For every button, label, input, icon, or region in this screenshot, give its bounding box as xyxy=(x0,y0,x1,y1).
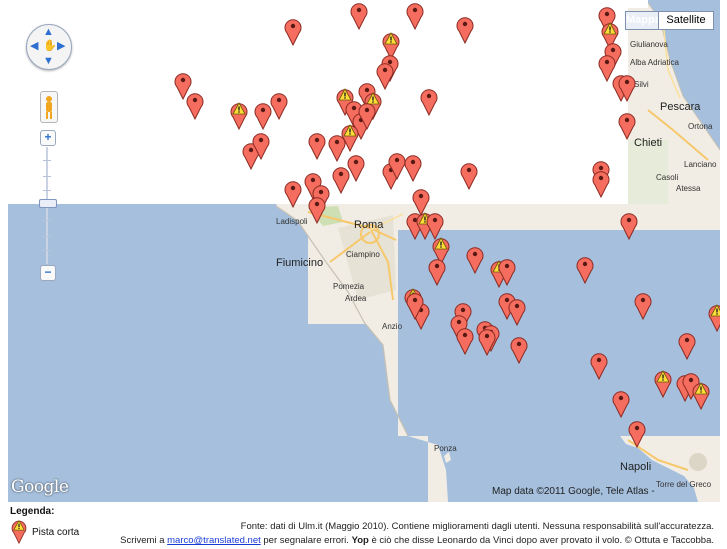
zoom-tick xyxy=(43,190,51,191)
location-marker-icon[interactable] xyxy=(350,0,368,30)
location-marker-icon[interactable] xyxy=(332,164,350,194)
place-label: Pescara xyxy=(660,101,701,113)
place-label: Ardea xyxy=(345,294,367,303)
pan-left-icon[interactable]: ◀ xyxy=(30,41,38,52)
map-type-satellite-button[interactable]: Satellite xyxy=(658,11,714,30)
location-marker-icon[interactable] xyxy=(284,178,302,208)
footer-contact-prefix: Scrivemi a xyxy=(120,535,165,546)
place-label: Chieti xyxy=(634,137,663,149)
warning-marker-icon[interactable] xyxy=(708,302,720,332)
email-link[interactable]: marco@translated.net xyxy=(167,535,261,546)
location-marker-icon[interactable] xyxy=(576,254,594,284)
legend-title: Legenda: xyxy=(10,506,55,517)
warning-marker-icon[interactable] xyxy=(692,380,710,410)
location-marker-icon[interactable] xyxy=(308,194,326,224)
zoom-slider-thumb[interactable] xyxy=(39,199,57,208)
place-label: Pomezia xyxy=(333,282,365,291)
pan-control[interactable]: ▲ ▼ ◀ ▶ ✋ xyxy=(26,24,72,70)
location-marker-icon[interactable] xyxy=(186,90,204,120)
pan-right-icon[interactable]: ▶ xyxy=(57,41,65,52)
warning-marker-icon[interactable] xyxy=(230,100,248,130)
location-marker-icon[interactable] xyxy=(618,72,636,102)
location-marker-icon[interactable] xyxy=(508,296,526,326)
legend-item-label: Pista corta xyxy=(32,527,80,538)
location-marker-icon[interactable] xyxy=(620,210,638,240)
footer-contact-suffix: per segnalare errori. xyxy=(263,535,349,546)
zoom-tick xyxy=(43,160,51,161)
zoom-out-button[interactable]: − xyxy=(40,265,56,281)
map-canvas[interactable]: Roma Ciampino Ladispoli Fiumicino Pomezi… xyxy=(8,0,720,502)
place-label: Torre del Greco xyxy=(656,480,712,489)
location-marker-icon[interactable] xyxy=(460,160,478,190)
yop-text: è ciò che disse Leonardo da Vinci dopo a… xyxy=(371,535,714,546)
place-label: Ponza xyxy=(434,444,457,453)
location-marker-icon[interactable] xyxy=(678,330,696,360)
place-label: Fiumicino xyxy=(276,257,324,269)
location-marker-icon[interactable] xyxy=(618,110,636,140)
location-marker-icon[interactable] xyxy=(456,14,474,44)
zoom-tick xyxy=(43,250,51,251)
location-marker-icon[interactable] xyxy=(412,186,430,216)
map-type-map-button[interactable]: Mappa xyxy=(625,11,661,30)
street-view-pegman-icon[interactable] xyxy=(40,91,58,123)
place-label: Lanciano xyxy=(684,160,717,169)
location-marker-icon[interactable] xyxy=(510,334,528,364)
place-label: Alba Adriatica xyxy=(630,58,679,67)
zoom-tick xyxy=(43,236,51,237)
location-marker-icon[interactable] xyxy=(358,100,376,130)
location-marker-icon[interactable] xyxy=(428,256,446,286)
warning-marker-icon xyxy=(10,518,28,545)
pan-up-icon[interactable]: ▲ xyxy=(43,27,54,38)
place-label: Silvi xyxy=(634,80,649,89)
footer-contact: Scrivemi a marco@translated.net per segn… xyxy=(120,535,714,546)
location-marker-icon[interactable] xyxy=(404,152,422,182)
google-logo[interactable]: Google xyxy=(11,477,69,497)
location-marker-icon[interactable] xyxy=(252,130,270,160)
location-marker-icon[interactable] xyxy=(406,0,424,30)
location-marker-icon[interactable] xyxy=(592,168,610,198)
warning-marker-icon[interactable] xyxy=(341,122,359,152)
zoom-tick xyxy=(43,176,51,177)
location-marker-icon[interactable] xyxy=(284,16,302,46)
place-label: Giulianova xyxy=(630,40,668,49)
location-marker-icon[interactable] xyxy=(612,388,630,418)
place-label: Atessa xyxy=(676,184,701,193)
location-marker-icon[interactable] xyxy=(456,325,474,355)
place-label: Roma xyxy=(354,219,384,231)
place-label: Ladispoli xyxy=(276,217,308,226)
yop-label: Yop xyxy=(351,535,369,546)
zoom-in-button[interactable]: + xyxy=(40,130,56,146)
place-label: Anzio xyxy=(382,322,403,331)
location-marker-icon[interactable] xyxy=(590,350,608,380)
place-label: Ortona xyxy=(688,122,713,131)
pan-down-icon[interactable]: ▼ xyxy=(43,56,54,67)
location-marker-icon[interactable] xyxy=(478,326,496,356)
zoom-tick xyxy=(43,220,51,221)
location-marker-icon[interactable] xyxy=(628,418,646,448)
place-label: Casoli xyxy=(656,173,679,182)
location-marker-icon[interactable] xyxy=(406,290,424,320)
warning-marker-icon[interactable] xyxy=(654,368,672,398)
hand-icon: ✋ xyxy=(43,40,57,52)
location-marker-icon[interactable] xyxy=(308,130,326,160)
place-label: Napoli xyxy=(620,461,652,473)
location-marker-icon[interactable] xyxy=(376,60,394,90)
place-label: Ciampino xyxy=(346,250,380,259)
location-marker-icon[interactable] xyxy=(466,244,484,274)
location-marker-icon[interactable] xyxy=(498,256,516,286)
location-marker-icon[interactable] xyxy=(634,290,652,320)
map-attribution: Map data ©2011 Google, Tele Atlas - xyxy=(492,486,655,497)
footer-source: Fonte: dati di Ulm.it (Maggio 2010). Con… xyxy=(240,521,714,532)
location-marker-icon[interactable] xyxy=(420,86,438,116)
location-marker-icon[interactable] xyxy=(270,90,288,120)
